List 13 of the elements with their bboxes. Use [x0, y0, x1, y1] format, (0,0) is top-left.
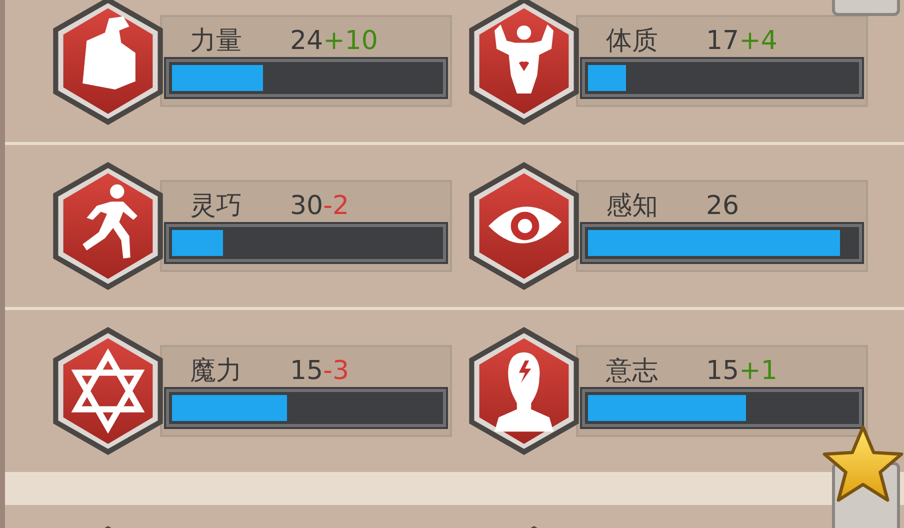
stat-value: 26 [706, 190, 740, 222]
stat-name: 魔力 [190, 355, 243, 387]
stat-name: 体质 [606, 25, 659, 57]
stat-value: 30-2 [290, 190, 350, 222]
stat-value: 15-3 [290, 355, 350, 387]
stat-name: 感知 [606, 190, 659, 222]
stat-value: 24+10 [290, 25, 378, 57]
stat-name: 意志 [606, 355, 659, 387]
stat-name: 力量 [190, 25, 243, 57]
stat-value: 17+4 [706, 25, 778, 57]
stat-name: 灵巧 [190, 190, 243, 222]
star-icon[interactable] [822, 424, 904, 504]
stat-value: 15+1 [706, 355, 778, 387]
